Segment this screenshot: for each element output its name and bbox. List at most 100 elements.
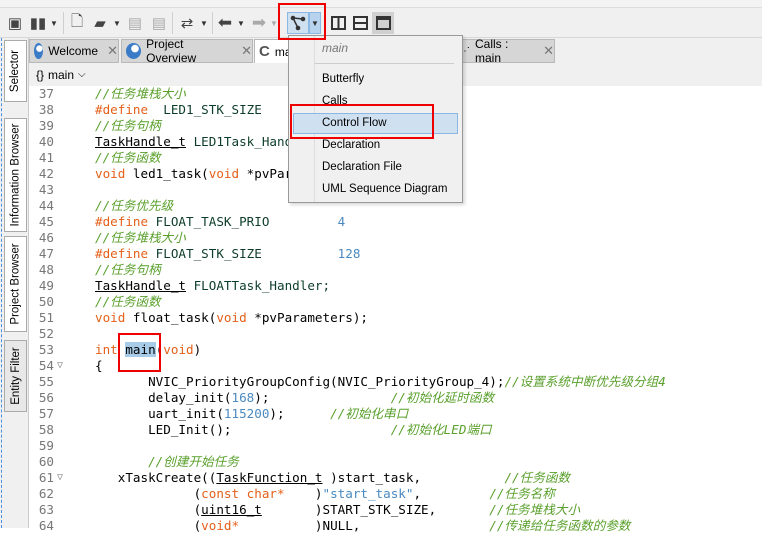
sidebar-tab-project-browser[interactable]: Project Browser — [4, 236, 27, 332]
code-text: NVIC_PriorityGroupConfig(NVIC_PriorityGr… — [95, 374, 666, 390]
close-icon[interactable]: ✕ — [543, 43, 554, 59]
line-number: 53 — [38, 342, 54, 357]
c-file-icon: C — [259, 43, 270, 60]
code-token: "start_task" — [322, 486, 414, 501]
menu-ribbon-strip — [0, 0, 762, 8]
forward-dropdown-arrow[interactable]: ▼ — [270, 12, 278, 34]
code-text: //任务堆栈大小 — [95, 86, 186, 102]
sidebar-tab-information-browser[interactable]: Information Browser — [4, 118, 27, 232]
menu-item-declaration-file[interactable]: Declaration File — [293, 157, 458, 178]
code-token: void — [95, 310, 126, 325]
compare-icon[interactable]: ⇄ — [177, 12, 197, 34]
code-text: (uint16_t )START_STK_SIZE, //任务堆栈大小 — [95, 502, 580, 518]
open-dropdown-arrow[interactable]: ▼ — [112, 12, 122, 34]
code-token: //任务堆栈大小 — [489, 502, 581, 517]
code-line[interactable]: 47 #define FLOAT_STK_SIZE 128 — [29, 246, 762, 262]
code-token: #define — [95, 102, 149, 117]
tab-project-overview[interactable]: Project Overview ✕ — [121, 37, 253, 65]
chevron-down-icon[interactable]: ⌵ — [78, 69, 86, 80]
close-icon[interactable]: ✕ — [241, 43, 252, 59]
code-line[interactable]: 48 //任务句柄 — [29, 262, 762, 278]
save-all-icon[interactable]: ▤ — [149, 12, 169, 34]
line-number: 61 — [38, 470, 54, 485]
code-line[interactable]: 52 — [29, 326, 762, 342]
code-line[interactable]: 58 LED_Init(); //初始化LED端口 — [29, 422, 762, 438]
code-line[interactable]: 54 ▽ { — [29, 358, 762, 374]
back-dropdown-arrow[interactable]: ▼ — [236, 12, 246, 34]
code-token: TaskHandle_t — [95, 278, 186, 293]
code-line[interactable]: 56 delay_init(168); //初始化延时函数 — [29, 390, 762, 406]
code-text: //任务函数 — [95, 294, 161, 310]
code-line[interactable]: 53 int main(void) — [29, 342, 762, 358]
code-token: main — [125, 342, 156, 357]
code-line[interactable]: 62 (const char* )"start_task", //任务名称 — [29, 486, 762, 502]
line-number: 45 — [38, 214, 54, 229]
menu-item-control-flow[interactable]: Control Flow — [293, 113, 458, 134]
menu-item-declaration[interactable]: Declaration — [293, 135, 458, 156]
tab-welcome[interactable]: Welcome ✕ — [29, 39, 119, 63]
graph-icon[interactable] — [287, 12, 309, 34]
new-file-icon[interactable]: 🗋 — [68, 12, 86, 34]
code-token: LED_Init(); — [95, 422, 391, 437]
close-icon[interactable]: ✕ — [107, 43, 118, 59]
code-line[interactable]: 46 //任务堆栈大小 — [29, 230, 762, 246]
code-token: //任务句柄 — [95, 118, 161, 133]
code-line[interactable]: 60 //创建开始任务 — [29, 454, 762, 470]
code-line[interactable]: 64 (void* )NULL, //传递给任务函数的参数 — [29, 518, 762, 534]
split-horizontal-icon[interactable] — [350, 12, 370, 34]
code-token: uint16_t — [201, 502, 262, 517]
menu-header: main — [322, 41, 349, 55]
code-text: //创建开始任务 — [95, 454, 239, 470]
menu-item-uml-sequence-diagram[interactable]: UML Sequence Diagram — [293, 179, 458, 200]
save-icon[interactable]: ▤ — [125, 12, 145, 34]
code-token: 115200 — [223, 406, 270, 421]
code-token: 168 — [231, 390, 255, 405]
code-line[interactable]: 59 — [29, 438, 762, 454]
open-folder-icon[interactable]: ▰ — [89, 12, 111, 34]
code-token: ) — [193, 342, 202, 357]
code-line[interactable]: 50 //任务函数 — [29, 294, 762, 310]
code-token: const char* — [201, 486, 285, 501]
compare-dropdown-arrow[interactable]: ▼ — [199, 12, 209, 34]
code-line[interactable]: 61 ▽ xTaskCreate((TaskFunction_t )start_t… — [29, 470, 762, 486]
code-line[interactable]: 57 uart_init(115200); //初始化串口 — [29, 406, 762, 422]
code-line[interactable]: 49 TaskHandle_t FLOATTask_Handler; — [29, 278, 762, 294]
tab-label: Project Overview — [146, 37, 197, 65]
single-pane-icon[interactable] — [372, 12, 394, 34]
code-line[interactable]: 51 void float_task(void *pvParameters); — [29, 310, 762, 326]
line-number: 48 — [38, 262, 54, 277]
code-line[interactable]: 63 (uint16_t )START_STK_SIZE, //任务堆栈大小 — [29, 502, 762, 518]
tab-label: Calls : main — [475, 37, 509, 65]
code-line[interactable]: 45 #define FLOAT_TASK_PRIO 4 — [29, 214, 762, 230]
sidebar-tab-entity-filter[interactable]: Entity Filter — [4, 340, 27, 412]
new-project-icon[interactable]: ▣ — [5, 12, 25, 34]
fold-toggle-icon[interactable]: ▽ — [57, 470, 63, 486]
sidebar-tab-label: Entity Filter — [9, 347, 22, 405]
line-number: 39 — [38, 118, 54, 133]
code-token: xTaskCreate(( — [95, 470, 217, 485]
book-dropdown-arrow[interactable]: ▼ — [49, 12, 59, 34]
book-icon[interactable]: ▮▮ — [28, 12, 48, 34]
menu-item-butterfly[interactable]: Butterfly — [293, 69, 458, 90]
split-vertical-icon[interactable] — [328, 12, 348, 34]
code-text: { — [95, 358, 103, 374]
tab-calls-main[interactable]: ⋰ Calls : main ✕ — [455, 37, 555, 65]
code-token: void — [216, 310, 247, 325]
code-token: ( — [95, 486, 202, 501]
line-number: 55 — [38, 374, 54, 389]
graph-dropdown-arrow[interactable]: ▼ — [309, 12, 321, 34]
line-number: 59 — [38, 438, 54, 453]
code-token: delay_init( — [95, 390, 232, 405]
code-text: #define FLOAT_STK_SIZE 128 — [95, 246, 360, 262]
code-line[interactable]: 55 NVIC_PriorityGroupConfig(NVIC_Priorit… — [29, 374, 762, 390]
forward-icon[interactable]: ➡ — [249, 12, 269, 34]
back-icon[interactable]: ⬅ — [215, 12, 235, 34]
code-text: //任务句柄 — [95, 262, 161, 278]
fold-toggle-icon[interactable]: ▽ — [57, 358, 63, 374]
menu-item-calls[interactable]: Calls — [293, 91, 458, 112]
line-number: 42 — [38, 166, 54, 181]
code-token: //任务名称 — [489, 486, 555, 501]
sidebar-tab-selector[interactable]: Selector — [4, 40, 27, 102]
